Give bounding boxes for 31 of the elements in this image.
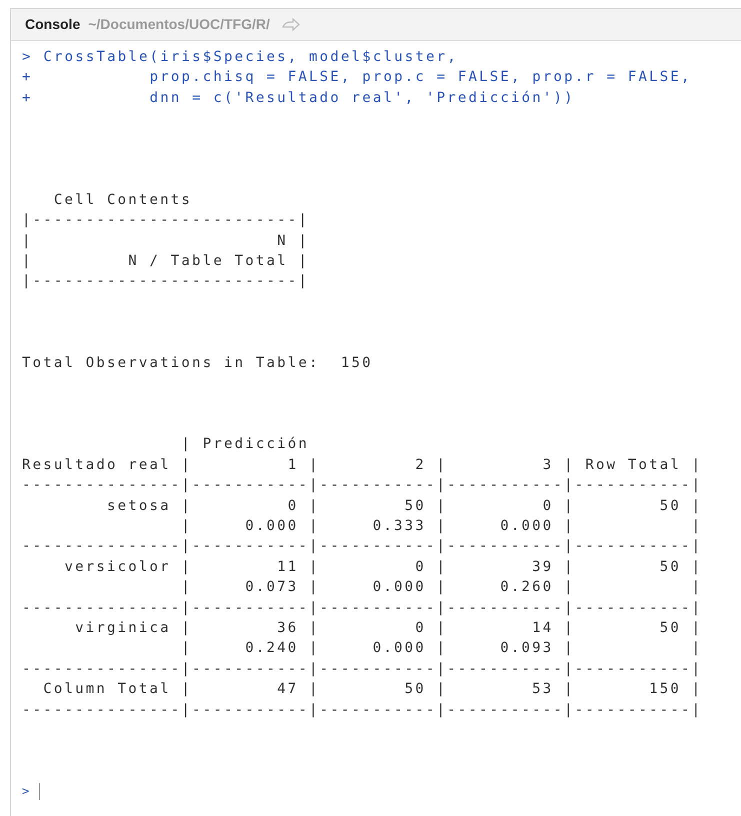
output-line: | N | <box>22 232 309 251</box>
output-line: virginica | 36 | 0 | 14 | 50 | <box>74 618 702 638</box>
output-line: | 0.000 | 0.333 | 0.000 | | <box>180 516 702 536</box>
output-line: Cell Contents <box>52 190 192 210</box>
output-line: ---------------|-----------|-----------|-----------|-----------| <box>22 537 702 556</box>
prompt-symbol: + <box>22 88 33 108</box>
output-line: ---------------|-----------|-----------|-----------|-----------| <box>22 598 702 618</box>
prompt-symbol: + <box>22 68 33 88</box>
output-line: | Predicción <box>180 435 309 454</box>
output-line: ---------------|-----------|-----------|-----------|-----------| <box>22 476 702 496</box>
text-cursor[interactable] <box>39 782 40 800</box>
output-line: ---------------|-----------|-----------|-----------|-----------| <box>22 700 702 720</box>
output-line: Resultado real | 1 | 2 | 3 | Row Total | <box>22 456 702 475</box>
output-line: | 0.073 | 0.000 | 0.260 | | <box>180 578 702 598</box>
output-line: versicolor | 11 | 0 | 39 | 50 | <box>64 558 702 577</box>
pane-title: Console <box>25 15 80 34</box>
output-line: setosa | 0 | 50 | 0 | 50 | <box>106 496 702 516</box>
working-directory-path[interactable]: ~/Documentos/UOC/TFG/R/ <box>88 14 270 35</box>
output-line: Column Total | 47 | 50 | 53 | 150 | <box>42 680 702 700</box>
output-line: Total Observations in Table: 150 <box>22 354 373 373</box>
prompt-symbol: > <box>22 783 32 800</box>
output-line: ---------------|-----------|-----------|-----------|-----------| <box>22 660 702 679</box>
prompt-symbol: > <box>22 48 33 67</box>
command-line: CrossTable(iris$Species, model$cluster, <box>43 48 458 67</box>
command-line: prop.chisq = FALSE, prop.c = FALSE, prop.r = FALSE, <box>148 68 692 88</box>
go-to-directory-icon[interactable] <box>282 18 300 32</box>
output-line: | 0.240 | 0.000 | 0.093 | | <box>180 639 702 658</box>
command-line: dnn = c('Resultado real', 'Predicción')) <box>148 88 575 108</box>
output-line: |-------------------------| <box>22 272 309 292</box>
output-line: | N / Table Total | <box>22 252 309 271</box>
output-line: |-------------------------| <box>22 211 309 230</box>
